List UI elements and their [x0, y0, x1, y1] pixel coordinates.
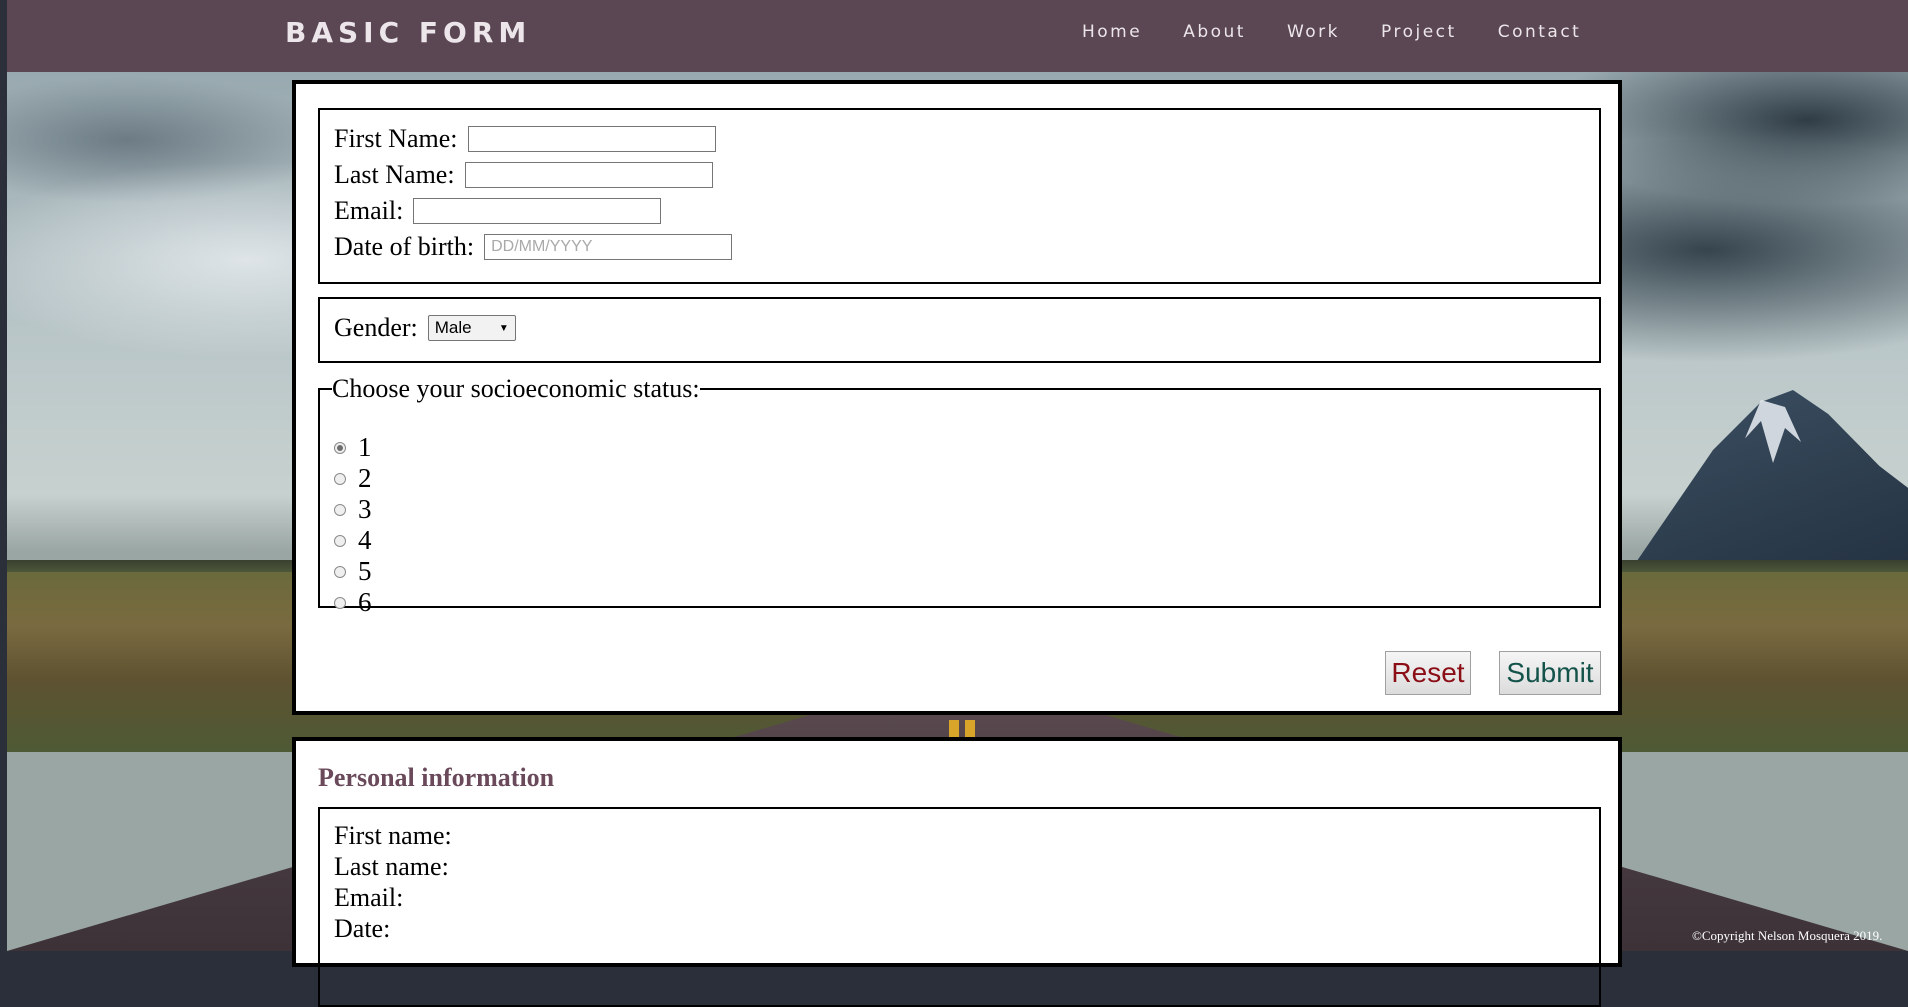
- first-name-label: First Name:: [334, 124, 458, 153]
- info-date: Date:: [334, 914, 391, 943]
- status-option-3[interactable]: 3: [334, 494, 372, 525]
- status-option-label: 2: [358, 463, 372, 493]
- submit-button[interactable]: Submit: [1499, 651, 1601, 695]
- brand-title: BASIC FORM: [285, 16, 532, 49]
- form-panel: First Name: Last Name: Email: Date of bi…: [292, 80, 1622, 715]
- status-option-5[interactable]: 5: [334, 556, 372, 587]
- email-input[interactable]: [413, 198, 662, 224]
- gender-select-value: Male: [434, 318, 472, 337]
- nav-link-about[interactable]: About: [1183, 22, 1246, 42]
- dob-input[interactable]: [484, 234, 733, 260]
- radio-button[interactable]: [334, 534, 346, 547]
- info-email: Email:: [334, 883, 404, 912]
- socioeconomic-status-legend: Choose your socioeconomic status:: [332, 374, 700, 403]
- last-name-label: Last Name:: [334, 160, 455, 189]
- info-last-name: Last name:: [334, 852, 449, 881]
- email-row: Email:: [334, 196, 662, 226]
- first-name-row: First Name:: [334, 124, 716, 154]
- socioeconomic-status-fieldset: Choose your socioeconomic status: 1 2 3 …: [318, 374, 1601, 617]
- radio-button[interactable]: [334, 503, 346, 516]
- nav-link-work[interactable]: Work: [1287, 22, 1340, 42]
- status-option-4[interactable]: 4: [334, 525, 372, 556]
- radio-button[interactable]: [334, 565, 346, 578]
- personal-information-panel: Personal information First name: Last na…: [292, 737, 1622, 1007]
- nav-link-home[interactable]: Home: [1082, 22, 1142, 42]
- nav-link-project[interactable]: Project: [1381, 22, 1457, 42]
- gender-label: Gender:: [334, 313, 418, 342]
- main-nav: Home About Work Project Contact: [1082, 22, 1622, 42]
- road-center-line: [965, 720, 975, 738]
- status-option-6[interactable]: 6: [334, 587, 372, 618]
- email-label: Email:: [334, 196, 404, 225]
- dob-label: Date of birth:: [334, 232, 475, 261]
- gender-group: Gender: Male ▼: [318, 297, 1601, 363]
- reset-button[interactable]: Reset: [1385, 651, 1471, 695]
- status-option-label: 4: [358, 525, 372, 555]
- status-option-label: 5: [358, 556, 372, 586]
- personal-information-title: Personal information: [318, 763, 555, 792]
- status-option-1[interactable]: 1: [334, 432, 372, 463]
- last-name-row: Last Name:: [334, 160, 713, 190]
- copyright-text: ©Copyright Nelson Mosquera 2019.: [1692, 928, 1883, 943]
- status-option-label: 3: [358, 494, 372, 524]
- nav-link-contact[interactable]: Contact: [1498, 22, 1582, 42]
- gender-select[interactable]: Male ▼: [427, 315, 516, 341]
- status-option-label: 1: [358, 432, 372, 462]
- radio-button[interactable]: [334, 596, 346, 609]
- top-navbar: BASIC FORM Home About Work Project Conta…: [7, 0, 1908, 72]
- radio-button[interactable]: [334, 472, 346, 485]
- first-name-input[interactable]: [467, 126, 716, 152]
- info-first-name: First name:: [334, 821, 452, 850]
- personal-fields-group: First Name: Last Name: Email: Date of bi…: [318, 108, 1601, 284]
- status-option-2[interactable]: 2: [334, 463, 372, 494]
- personal-information-box: First name: Last name: Email: Date:: [318, 807, 1601, 1007]
- gender-row: Gender: Male ▼: [334, 313, 516, 343]
- road-center-line: [949, 720, 959, 738]
- chevron-down-icon: ▼: [498, 322, 509, 334]
- status-option-label: 6: [358, 587, 372, 617]
- radio-button-checked[interactable]: [334, 441, 346, 454]
- dob-row: Date of birth:: [334, 232, 733, 262]
- last-name-input[interactable]: [464, 162, 713, 188]
